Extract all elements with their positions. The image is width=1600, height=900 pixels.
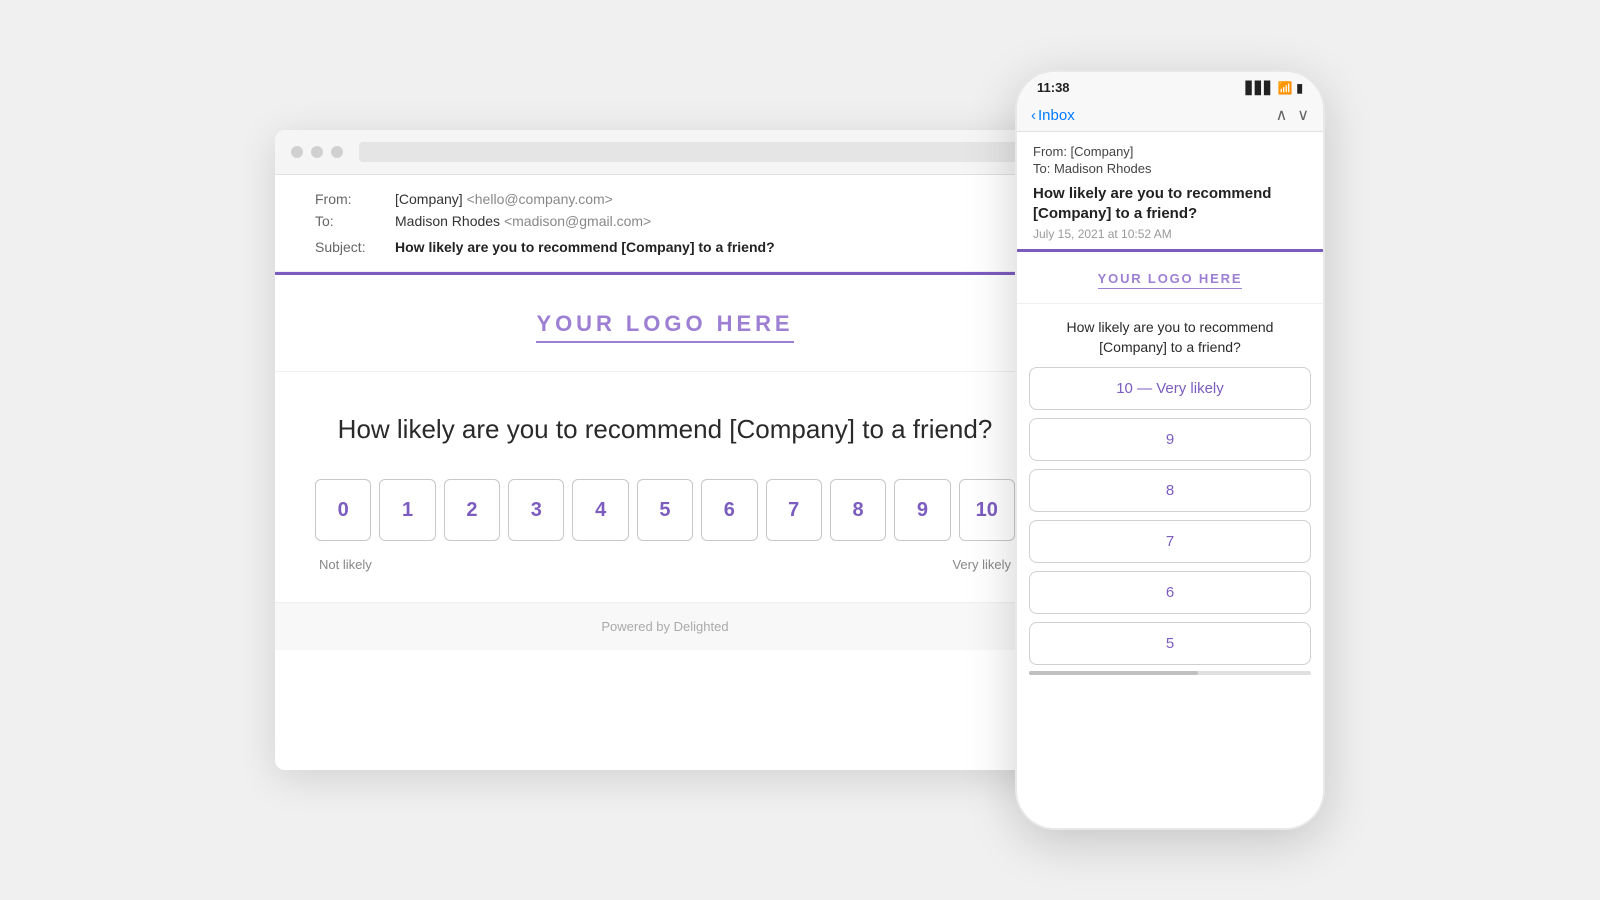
nps-button-4[interactable]: 4	[572, 479, 628, 541]
signal-icon: ▋▋▋	[1246, 81, 1274, 95]
subject-value: How likely are you to recommend [Company…	[395, 239, 775, 255]
nps-button-1[interactable]: 1	[379, 479, 435, 541]
label-not-likely: Not likely	[319, 557, 372, 572]
nps-button-3[interactable]: 3	[508, 479, 564, 541]
subject-label: Subject:	[315, 239, 395, 255]
prev-email-button[interactable]: ∧	[1276, 105, 1288, 125]
phone-option-5[interactable]: 5	[1029, 622, 1311, 665]
email-body: How likely are you to recommend [Company…	[275, 372, 1055, 602]
traffic-light-red	[291, 146, 303, 158]
email-logo-section: YOUR LOGO HERE	[275, 275, 1055, 372]
nps-button-2[interactable]: 2	[444, 479, 500, 541]
nps-button-6[interactable]: 6	[701, 479, 757, 541]
inbox-back-button[interactable]: ‹ Inbox	[1031, 107, 1075, 124]
phone-from: From: [Company]	[1033, 144, 1307, 159]
mobile-phone: 11:38 ▋▋▋ 📶 ▮ ‹ Inbox ∧ ∨ From: [Company…	[1015, 70, 1325, 830]
survey-question: How likely are you to recommend [Company…	[315, 412, 1015, 447]
phone-options-list[interactable]: 10 — Very likely 9 8 7 6 5	[1017, 367, 1323, 665]
next-email-button[interactable]: ∨	[1297, 105, 1309, 125]
phone-time: 11:38	[1037, 80, 1070, 95]
phone-option-4[interactable]: 6	[1029, 571, 1311, 614]
email-subject-row: Subject: How likely are you to recommend…	[315, 239, 1015, 255]
email-header: From: [Company] <hello@company.com> To: …	[275, 175, 1055, 272]
phone-to: To: Madison Rhodes	[1033, 161, 1307, 176]
nps-button-0[interactable]: 0	[315, 479, 371, 541]
label-very-likely: Very likely	[952, 557, 1011, 572]
phone-logo-placeholder: YOUR LOGO HERE	[1098, 271, 1243, 289]
wifi-icon: 📶	[1277, 81, 1292, 95]
phone-date: July 15, 2021 at 10:52 AM	[1033, 227, 1307, 241]
to-label: To:	[315, 213, 395, 229]
traffic-light-green	[331, 146, 343, 158]
nps-button-7[interactable]: 7	[766, 479, 822, 541]
address-bar	[359, 142, 1039, 162]
scroll-indicator	[1029, 671, 1311, 675]
phone-email-body: YOUR LOGO HERE How likely are you to rec…	[1017, 252, 1323, 828]
nps-button-5[interactable]: 5	[637, 479, 693, 541]
desktop-email-window: From: [Company] <hello@company.com> To: …	[275, 130, 1055, 770]
back-chevron-icon: ‹	[1031, 107, 1036, 124]
traffic-light-yellow	[311, 146, 323, 158]
nps-scale[interactable]: 012345678910	[315, 479, 1015, 541]
phone-statusbar: 11:38 ▋▋▋ 📶 ▮	[1017, 72, 1323, 99]
phone-email-meta: From: [Company] To: Madison Rhodes How l…	[1017, 132, 1323, 249]
logo-placeholder: YOUR LOGO HERE	[536, 311, 793, 343]
phone-option-2[interactable]: 8	[1029, 469, 1311, 512]
from-label: From:	[315, 191, 395, 207]
nps-button-10[interactable]: 10	[959, 479, 1015, 541]
phone-option-3[interactable]: 7	[1029, 520, 1311, 563]
phone-option-0[interactable]: 10 — Very likely	[1029, 367, 1311, 410]
phone-survey-question: How likely are you to recommend [Company…	[1017, 304, 1323, 367]
nps-button-8[interactable]: 8	[830, 479, 886, 541]
phone-option-1[interactable]: 9	[1029, 418, 1311, 461]
status-icons: ▋▋▋ 📶 ▮	[1246, 81, 1303, 95]
inbox-label[interactable]: Inbox	[1038, 107, 1075, 124]
nps-labels: Not likely Very likely	[315, 557, 1015, 572]
email-from-row: From: [Company] <hello@company.com>	[315, 191, 1015, 207]
phone-email-nav[interactable]: ‹ Inbox ∧ ∨	[1017, 99, 1323, 132]
email-footer: Powered by Delighted	[275, 602, 1055, 650]
battery-icon: ▮	[1296, 81, 1303, 95]
window-titlebar	[275, 130, 1055, 175]
phone-logo-section: YOUR LOGO HERE	[1017, 252, 1323, 304]
email-to-row: To: Madison Rhodes <madison@gmail.com>	[315, 213, 1015, 229]
to-value: Madison Rhodes <madison@gmail.com>	[395, 213, 651, 229]
nps-button-9[interactable]: 9	[894, 479, 950, 541]
from-value: [Company] <hello@company.com>	[395, 191, 613, 207]
phone-subject: How likely are you to recommend [Company…	[1033, 184, 1307, 223]
nav-arrows[interactable]: ∧ ∨	[1276, 105, 1309, 125]
scroll-thumb	[1029, 671, 1198, 675]
